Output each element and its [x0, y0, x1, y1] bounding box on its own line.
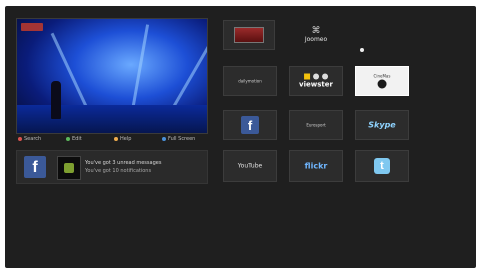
legend-label: Full Screen	[168, 136, 196, 142]
app-tile-facebook[interactable]: f	[223, 110, 277, 140]
twitter-logo: t	[374, 158, 390, 174]
tv-channel-logo-icon	[234, 27, 264, 43]
notification-panel[interactable]: f You've got 3 unread messages You've go…	[16, 150, 208, 184]
viewster-logo: viewster	[299, 73, 333, 89]
viewster-mark-icon	[303, 73, 310, 80]
legend-search[interactable]: Search	[18, 136, 41, 142]
app-tile-cinemas-selected[interactable]: CineMas	[355, 66, 409, 96]
red-key-icon	[18, 137, 22, 141]
avatar	[57, 156, 81, 180]
notifications-text: You've got 10 notifications	[85, 168, 152, 174]
app-tile-eurosport[interactable]: Eurosport	[289, 110, 343, 140]
viewster-label: viewster	[299, 80, 333, 89]
app-tile-flickr[interactable]: flickr	[289, 150, 343, 182]
legend-label: Search	[24, 136, 42, 142]
app-tile-joomeo[interactable]: ⌘ Joomeo	[289, 20, 343, 50]
app-tile-youtube[interactable]: YouTube	[223, 150, 277, 182]
facebook-icon: f	[24, 156, 46, 178]
app-tile-viewster[interactable]: viewster	[289, 66, 343, 96]
skype-label: Skype	[368, 120, 396, 130]
facebook-logo: f	[241, 116, 259, 134]
color-key-legend: Search Edit Help Full Screen	[16, 135, 206, 145]
eurosport-label: Eurosport	[306, 122, 326, 128]
blue-key-icon	[162, 137, 166, 141]
legend-label: Edit	[72, 136, 82, 142]
app-tile-tv-channel[interactable]	[223, 20, 275, 50]
joomeo-logo: ⌘ Joomeo	[304, 26, 328, 44]
app-tile-twitter[interactable]: t	[355, 150, 409, 182]
joomeo-label: Joomeo	[304, 36, 328, 43]
pointer-cursor-icon	[360, 48, 364, 52]
legend-help[interactable]: Help	[114, 136, 131, 142]
viewster-dot-icon	[321, 73, 328, 80]
cinemas-logo: CineMas	[373, 73, 391, 89]
unread-messages-text: You've got 3 unread messages	[85, 160, 162, 166]
youtube-logo: YouTube	[238, 163, 262, 170]
stage-floor	[17, 105, 207, 133]
youtube-label: YouTube	[237, 162, 263, 170]
legend-fullscreen[interactable]: Full Screen	[162, 136, 195, 142]
live-tv-preview[interactable]	[16, 18, 208, 134]
legend-label: Help	[120, 136, 132, 142]
app-tile-skype[interactable]: Skype	[355, 110, 409, 140]
viewster-dot-icon	[312, 73, 319, 80]
performer-silhouette	[51, 81, 61, 119]
tv-portal-screen: Search Edit Help Full Screen f You've go…	[5, 6, 476, 268]
yellow-key-icon	[114, 137, 118, 141]
legend-edit[interactable]: Edit	[66, 136, 82, 142]
app-tile-dailymotion[interactable]: dailymotion	[223, 66, 277, 96]
green-key-icon	[66, 137, 70, 141]
channel-logo	[21, 23, 43, 31]
twitter-icon: t	[374, 158, 390, 174]
flickr-label: flickr	[304, 161, 328, 171]
cinemas-label: CineMas	[373, 73, 391, 79]
cinemas-play-icon	[377, 79, 387, 89]
facebook-icon: f	[241, 116, 259, 134]
dailymotion-label: dailymotion	[238, 78, 262, 84]
joomeo-icon: ⌘	[311, 26, 321, 36]
